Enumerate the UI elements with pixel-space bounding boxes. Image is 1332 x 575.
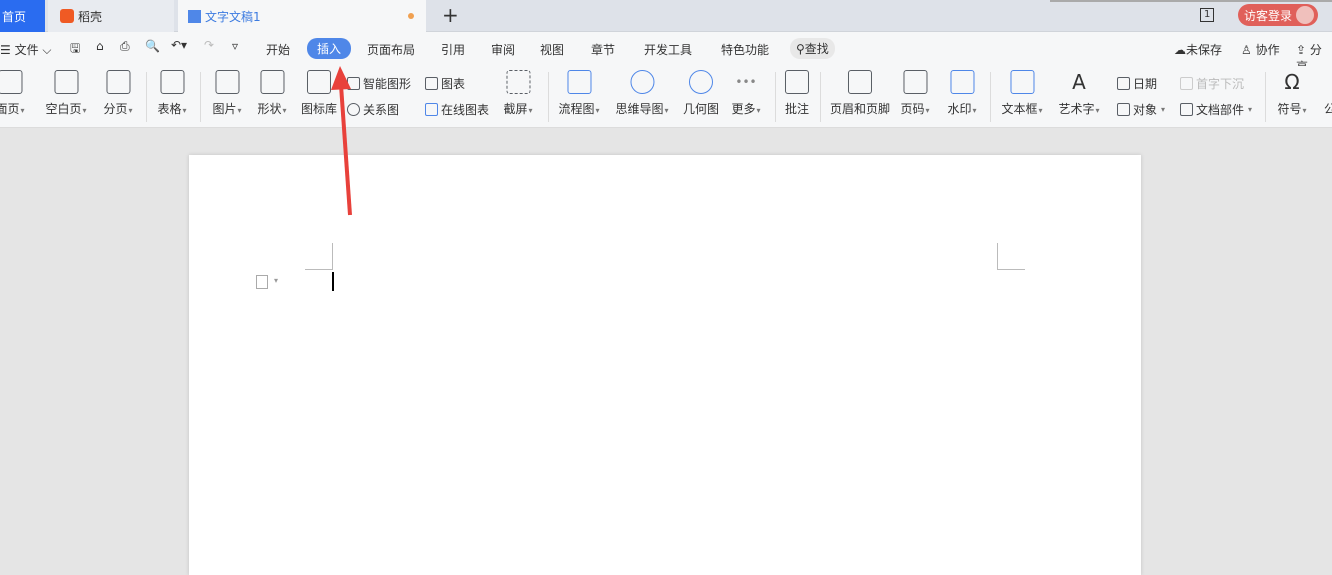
red-arrow-annotation xyxy=(331,66,352,216)
